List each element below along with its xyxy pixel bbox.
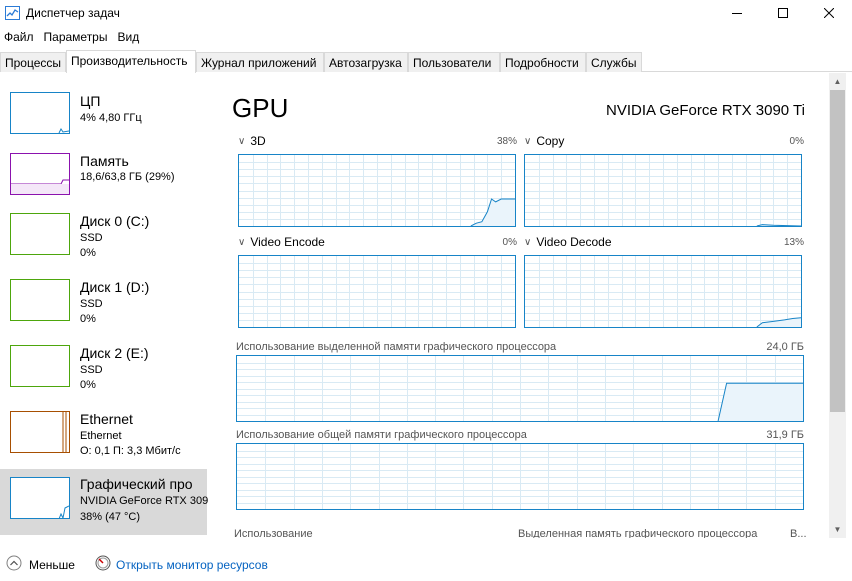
sidebar-item-cpu[interactable]: ЦП 4% 4,80 ГГц: [0, 81, 207, 147]
chevron-down-icon: ∨: [238, 135, 246, 147]
sidebar-item-disk-1[interactable]: Диск 1 (D:) SSD 0%: [0, 279, 207, 345]
sidebar-item-detail: SSD: [80, 298, 103, 310]
fewer-details-button[interactable]: Меньше: [6, 555, 75, 574]
tab-app-history[interactable]: Журнал приложений: [196, 52, 324, 72]
scrollbar-thumb[interactable]: [830, 90, 845, 412]
graph-dedicated-memory: [236, 355, 804, 422]
disk-thumbnail-graph: [10, 213, 70, 255]
sidebar-item-detail: 4% 4,80 ГГц: [80, 112, 142, 124]
title-bar: Диспетчер задач: [0, 0, 852, 26]
gpu-thumbnail-graph: [10, 477, 70, 519]
disk-thumbnail-graph: [10, 279, 70, 321]
engine-selector-copy[interactable]: ∨ Copy: [524, 134, 564, 148]
sidebar-item-disk-0[interactable]: Диск 0 (C:) SSD 0%: [0, 213, 207, 279]
footer-bar: Меньше Открыть монитор ресурсов: [0, 549, 852, 579]
resource-monitor-icon: [95, 555, 111, 574]
maximize-button[interactable]: [760, 0, 806, 26]
vertical-scrollbar[interactable]: ▲ ▼: [829, 73, 846, 538]
menu-bar: Файл Параметры Вид: [0, 27, 145, 47]
tab-performance[interactable]: Производительность: [66, 50, 196, 73]
sidebar-item-detail: 18,6/63,8 ГБ (29%): [80, 171, 175, 183]
scroll-up-arrow-icon[interactable]: ▲: [829, 73, 846, 90]
tab-users[interactable]: Пользователи: [408, 52, 500, 72]
sidebar-item-title: Диск 1 (D:): [80, 279, 150, 295]
menu-view[interactable]: Вид: [113, 27, 145, 47]
sidebar-item-title: Диск 0 (C:): [80, 213, 150, 229]
sidebar-item-detail: SSD: [80, 364, 103, 376]
memory-thumbnail-graph: [10, 153, 70, 195]
usage-section-label: Использование: [234, 528, 313, 538]
engine-usage-percent: 38%: [496, 136, 517, 147]
sidebar-item-ethernet[interactable]: Ethernet Ethernet О: 0,1 П: 3,3 Мбит/с: [0, 411, 207, 477]
sidebar-item-memory[interactable]: Память 18,6/63,8 ГБ (29%): [0, 147, 207, 213]
graph-video-encode: [238, 255, 516, 328]
sidebar-item-gpu[interactable]: Графический про NVIDIA GeForce RTX 309 3…: [0, 469, 209, 535]
sidebar-item-usage: 0%: [80, 247, 96, 259]
task-manager-icon: [5, 6, 20, 20]
sidebar-item-usage: О: 0,1 П: 3,3 Мбит/с: [80, 445, 181, 457]
menu-options[interactable]: Параметры: [40, 27, 114, 47]
menu-file[interactable]: Файл: [0, 27, 40, 47]
dedicated-memory-section-label: Выделенная память графического процессор…: [518, 528, 758, 538]
ethernet-thumbnail-graph: [10, 411, 70, 453]
graph-shared-memory: [236, 443, 804, 510]
disk-thumbnail-graph: [10, 345, 70, 387]
engine-usage-percent: 0%: [502, 237, 517, 248]
sidebar-item-title: ЦП: [80, 93, 101, 109]
dedicated-memory-label: Использование выделенной памяти графичес…: [236, 341, 557, 353]
resource-monitor-label: Открыть монитор ресурсов: [116, 557, 268, 572]
graph-video-decode: [524, 255, 802, 328]
fewer-details-label: Меньше: [29, 557, 75, 572]
gpu-model-name: NVIDIA GeForce RTX 3090 Ti: [606, 102, 805, 119]
window-title: Диспетчер задач: [26, 6, 120, 20]
engine-selector-3d[interactable]: ∨ 3D: [238, 134, 266, 148]
tab-details[interactable]: Подробности: [500, 52, 586, 72]
sidebar-item-detail: Ethernet: [80, 430, 122, 442]
cpu-thumbnail-graph: [10, 92, 70, 134]
sidebar-item-usage: 0%: [80, 379, 96, 391]
tab-services[interactable]: Службы: [586, 52, 642, 72]
chevron-up-circle-icon: [6, 555, 22, 574]
page-title: GPU: [232, 93, 289, 123]
sidebar-item-usage: 0%: [80, 313, 96, 325]
graph-copy: [524, 154, 802, 227]
engine-usage-percent: 0%: [789, 136, 804, 147]
chevron-down-icon: ∨: [524, 236, 532, 248]
sidebar-item-title: Диск 2 (E:): [80, 345, 149, 361]
tab-strip: Процессы Производительность Журнал прило…: [0, 50, 852, 73]
engine-label: 3D: [250, 134, 266, 148]
sidebar-item-disk-2[interactable]: Диск 2 (E:) SSD 0%: [0, 345, 207, 411]
open-resource-monitor-link[interactable]: Открыть монитор ресурсов: [95, 555, 268, 574]
graph-3d: [238, 154, 516, 227]
minimize-button[interactable]: [714, 0, 760, 26]
resource-sidebar: ЦП 4% 4,80 ГГц Память 18,6/63,8 ГБ (29%)…: [0, 73, 209, 538]
chevron-down-icon: ∨: [524, 135, 532, 147]
shared-memory-label: Использование общей памяти графического …: [236, 429, 527, 441]
chevron-down-icon: ∨: [238, 236, 246, 248]
gpu-detail-panel: GPU NVIDIA GeForce RTX 3090 Ti ∨ 3D 38% …: [207, 73, 829, 538]
engine-label: Copy: [536, 134, 565, 148]
engine-label: Video Decode: [536, 235, 612, 249]
dedicated-memory-value: 24,0 ГБ: [766, 341, 804, 353]
shared-memory-value: 31,9 ГБ: [766, 429, 804, 441]
sidebar-item-detail: SSD: [80, 232, 103, 244]
truncated-section-label: В...: [790, 528, 807, 538]
engine-selector-video-decode[interactable]: ∨ Video Decode: [524, 235, 612, 249]
sidebar-item-title: Графический про: [80, 476, 193, 492]
sidebar-item-title: Ethernet: [80, 411, 133, 427]
tab-startup[interactable]: Автозагрузка: [324, 52, 408, 72]
sidebar-item-title: Память: [80, 153, 129, 169]
engine-usage-percent: 13%: [783, 237, 804, 248]
sidebar-item-detail: NVIDIA GeForce RTX 309: [80, 495, 209, 507]
engine-label: Video Encode: [250, 235, 325, 249]
tab-processes[interactable]: Процессы: [0, 52, 66, 72]
engine-selector-video-encode[interactable]: ∨ Video Encode: [238, 235, 325, 249]
scroll-down-arrow-icon[interactable]: ▼: [829, 521, 846, 538]
close-button[interactable]: [806, 0, 852, 26]
usage-area: [718, 383, 803, 421]
sidebar-item-usage: 38% (47 °C): [80, 511, 141, 523]
